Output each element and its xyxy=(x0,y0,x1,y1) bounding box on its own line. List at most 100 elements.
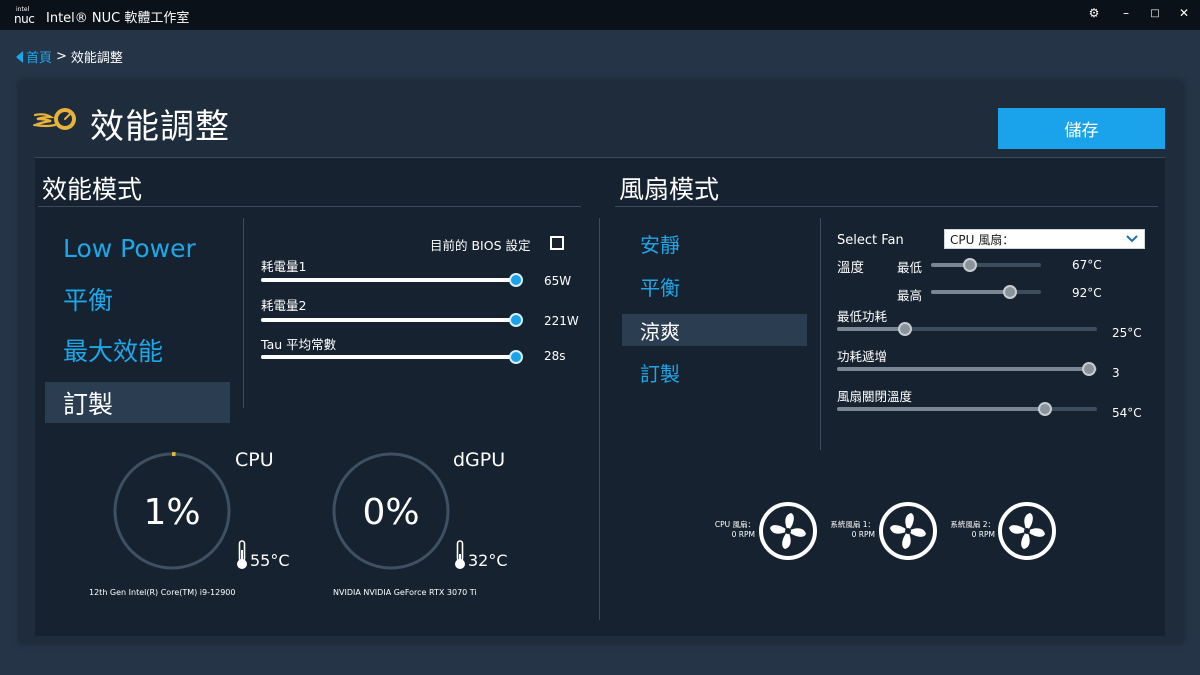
slider-fill xyxy=(837,327,905,331)
fan-mode-cool[interactable]: 涼爽 xyxy=(622,314,807,346)
fan-mode-custom[interactable]: 訂製 xyxy=(622,356,807,388)
chevron-down-icon xyxy=(1126,235,1138,243)
close-icon[interactable]: ✕ xyxy=(1175,6,1193,20)
slider-thumb[interactable] xyxy=(962,258,977,272)
slider-thumb[interactable] xyxy=(509,313,523,327)
min-power-value: 25°C xyxy=(1112,326,1142,340)
tau-value: 28s xyxy=(544,349,566,363)
fan-mode-label: 安靜 xyxy=(640,232,680,257)
fan-rpm: 0 RPM xyxy=(731,530,755,539)
slider-fill xyxy=(931,290,1011,294)
breadcrumb-home-label: 首頁 xyxy=(26,51,53,66)
fan-section-divider xyxy=(615,206,1158,207)
perf-mode-label: 平衡 xyxy=(63,286,114,315)
gpu-device-name: NVIDIA NVIDIA GeForce RTX 3070 Ti xyxy=(333,588,477,597)
fan-icon xyxy=(759,502,817,560)
fan-status-cpu: CPU 風扇： 0 RPM xyxy=(700,520,755,540)
fan-rpm: 0 RPM xyxy=(971,530,995,539)
fan-icon xyxy=(879,502,937,560)
intel-nuc-logo: intel nuc xyxy=(14,6,40,26)
back-caret-icon xyxy=(16,50,23,63)
select-fan-dropdown[interactable]: CPU 風扇： xyxy=(944,229,1145,249)
temp-max-label: 最高 xyxy=(897,288,923,303)
power-limit-2-value: 221W xyxy=(544,314,579,328)
temp-min-label: 最低 xyxy=(897,260,923,275)
tau-slider[interactable] xyxy=(261,350,523,364)
fan-mode-title: 風扇模式 xyxy=(619,175,720,204)
maximize-icon[interactable]: □ xyxy=(1146,8,1164,19)
fan-off-temp-value: 54°C xyxy=(1112,406,1142,420)
gpu-percent: 0% xyxy=(362,492,419,533)
settings-gear-icon[interactable]: ⚙ xyxy=(1085,6,1103,20)
breadcrumb-current: 效能調整 xyxy=(70,51,123,66)
window-title: Intel® NUC 軟體工作室 xyxy=(46,11,190,26)
power-ramp-label: 功耗遞增 xyxy=(837,349,888,364)
perf-vertical-divider xyxy=(243,218,244,408)
fan-off-temp-label: 風扇關閉溫度 xyxy=(837,389,913,404)
fan-vertical-divider xyxy=(820,218,821,450)
perf-mode-label: 最大效能 xyxy=(63,337,164,366)
fan-status-system-1: 系統風扇 1： 0 RPM xyxy=(815,520,875,540)
slider-fill xyxy=(837,407,1045,411)
bios-settings-checkbox[interactable] xyxy=(550,236,564,250)
fan-off-temp-slider[interactable] xyxy=(837,402,1097,416)
min-power-slider[interactable] xyxy=(837,322,1097,336)
perf-mode-custom[interactable]: 訂製 xyxy=(45,382,230,423)
speedometer-flame-icon xyxy=(33,108,76,130)
temp-max-slider[interactable] xyxy=(931,285,1041,299)
power-limit-1-slider[interactable] xyxy=(261,273,523,287)
slider-thumb[interactable] xyxy=(1038,402,1052,416)
sections-divider xyxy=(599,218,600,620)
cpu-device-name: 12th Gen Intel(R) Core(TM) i9-12900 xyxy=(89,588,236,597)
perf-mode-low-power[interactable]: Low Power xyxy=(45,228,230,268)
perf-mode-title: 效能模式 xyxy=(42,175,143,204)
temperature-label: 溫度 xyxy=(837,260,864,276)
slider-fill xyxy=(261,278,516,282)
slider-thumb[interactable] xyxy=(509,273,523,287)
fan-mode-label: 涼爽 xyxy=(640,319,680,344)
gpu-gauge-title: dGPU xyxy=(453,449,506,471)
gpu-temp-value: 32°C xyxy=(468,551,508,570)
fan-status-system-2: 系統風扇 2： 0 RPM xyxy=(935,520,995,540)
slider-fill xyxy=(837,367,1090,371)
power-limit-2-slider[interactable] xyxy=(261,313,523,327)
fan-name: CPU 風扇： xyxy=(714,520,755,529)
perf-mode-label: 訂製 xyxy=(63,389,114,419)
logo-nuc-text: nuc xyxy=(14,12,35,26)
page-title: 效能調整 xyxy=(90,107,230,147)
perf-mode-balanced[interactable]: 平衡 xyxy=(45,279,230,319)
fan-mode-quiet[interactable]: 安靜 xyxy=(622,227,807,259)
fan-rpm: 0 RPM xyxy=(851,530,875,539)
slider-thumb[interactable] xyxy=(897,322,912,336)
bios-settings-label: 目前的 BIOS 設定 xyxy=(430,238,531,253)
cpu-gauge-title: CPU xyxy=(235,449,274,471)
minimize-icon[interactable]: – xyxy=(1117,6,1135,20)
perf-mode-max[interactable]: 最大效能 xyxy=(45,330,230,370)
fan-name: 系統風扇 1： xyxy=(830,520,875,529)
fan-name: 系統風扇 2： xyxy=(950,520,995,529)
breadcrumb-separator: > xyxy=(56,49,67,64)
temp-max-value: 92°C xyxy=(1072,286,1102,300)
power-limit-1-value: 65W xyxy=(544,274,572,288)
save-button[interactable]: 儲存 xyxy=(998,108,1165,149)
fan-mode-balanced[interactable]: 平衡 xyxy=(622,270,807,302)
tau-label: Tau 平均常數 xyxy=(261,337,337,352)
power-limit-2-label: 耗電量2 xyxy=(261,298,307,313)
cpu-temp-value: 55°C xyxy=(250,551,290,570)
select-fan-label: Select Fan xyxy=(837,233,904,248)
temp-min-slider[interactable] xyxy=(931,258,1041,272)
cpu-usage-gauge: 1% xyxy=(113,452,231,570)
power-ramp-value: 3 xyxy=(1112,366,1120,380)
slider-fill xyxy=(261,318,516,322)
thermometer-icon xyxy=(455,540,465,569)
select-fan-value: CPU 風扇： xyxy=(950,232,1015,247)
power-ramp-slider[interactable] xyxy=(837,362,1097,376)
fan-mode-label: 平衡 xyxy=(640,275,680,300)
breadcrumb-home-link[interactable]: 首頁 xyxy=(16,47,52,66)
cpu-temp: 55°C xyxy=(235,540,290,570)
slider-thumb[interactable] xyxy=(509,350,523,364)
perf-section-divider xyxy=(38,206,581,207)
breadcrumb: 首頁 > 效能調整 xyxy=(16,47,123,66)
fan-mode-label: 訂製 xyxy=(640,361,680,386)
fan-icon xyxy=(998,502,1056,560)
